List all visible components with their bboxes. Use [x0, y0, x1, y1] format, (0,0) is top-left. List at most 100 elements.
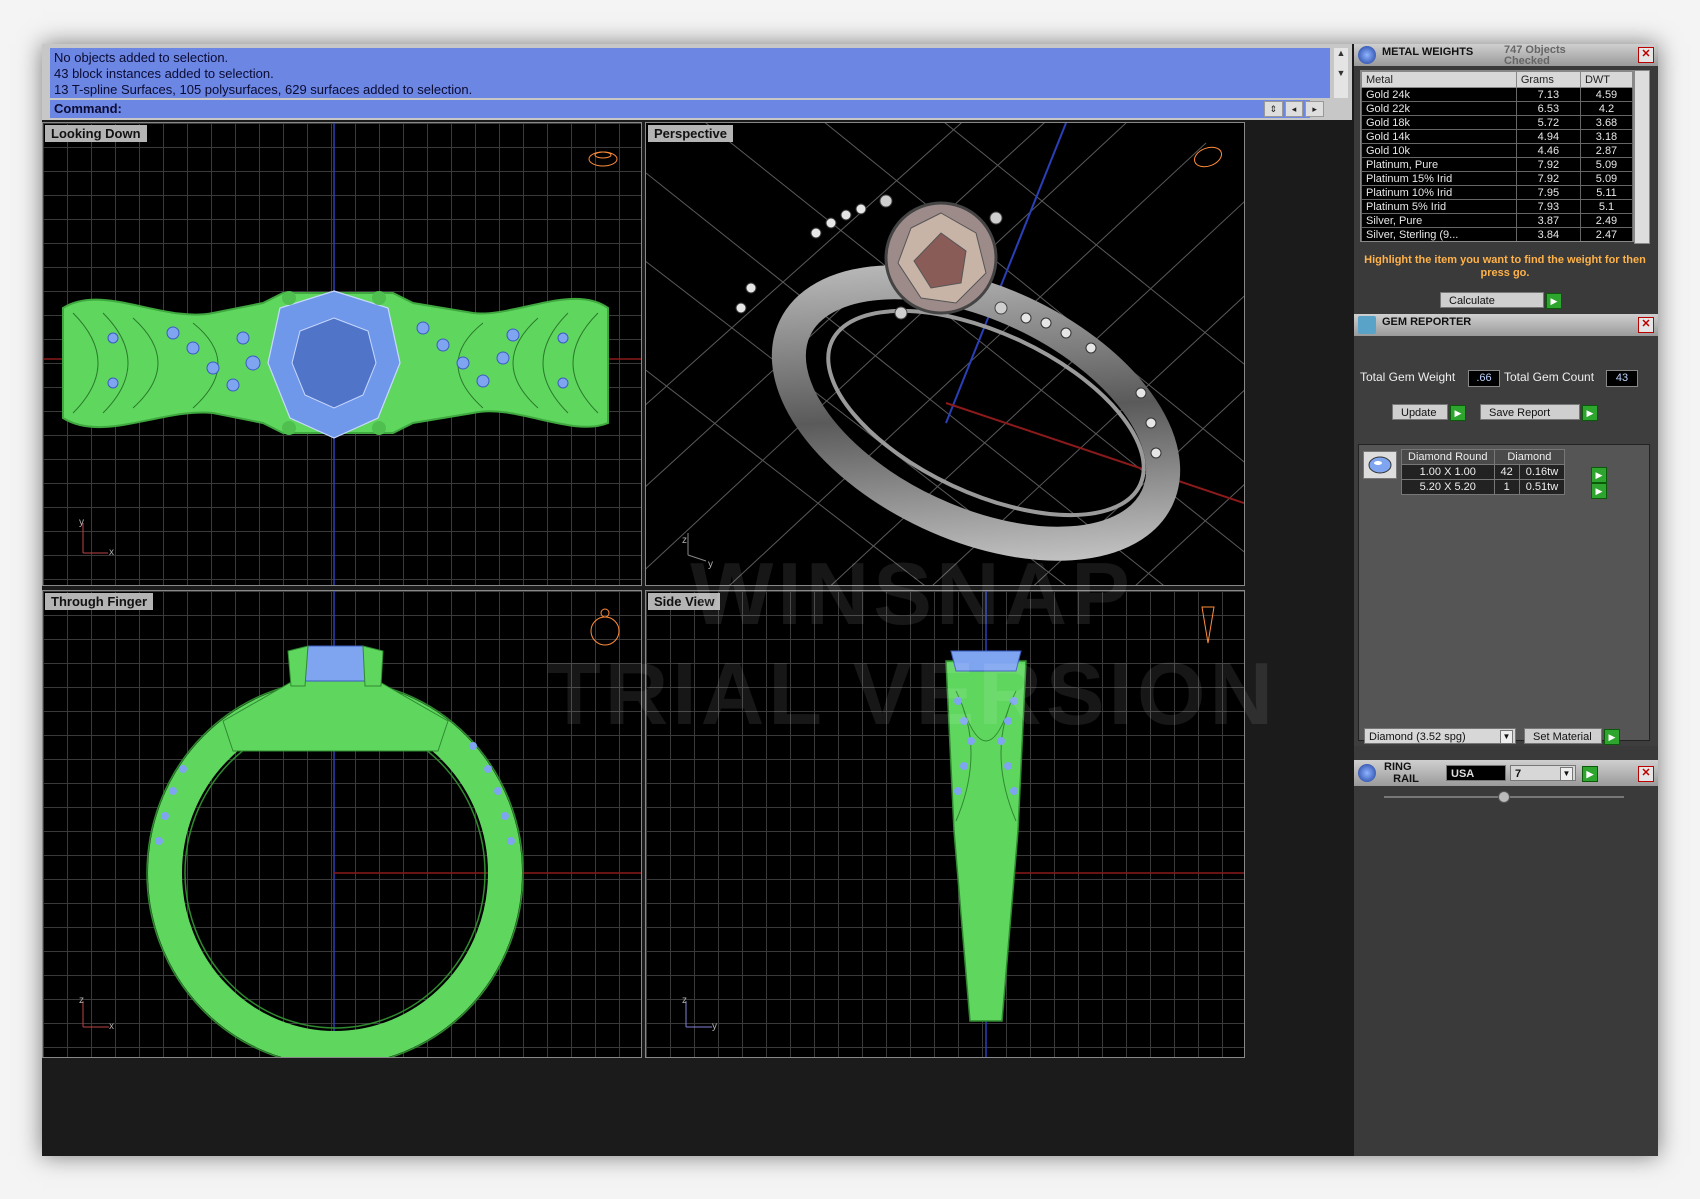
- table-cell: Gold 10k: [1361, 143, 1517, 158]
- gem-row[interactable]: 5.20 X 5.20 1 0.51tw: [1401, 479, 1566, 495]
- table-cell: Platinum, Pure: [1361, 157, 1517, 172]
- table-cell: 2.87: [1579, 143, 1633, 158]
- table-row[interactable]: Gold 14k 4.94 3.18: [1361, 129, 1633, 144]
- ring-size-region-select[interactable]: USA: [1446, 765, 1506, 781]
- command-nav: ⇕ ◂ ▸: [1264, 101, 1325, 117]
- table-cell: 3.84: [1515, 227, 1581, 241]
- spin-icon[interactable]: ⇕: [1264, 101, 1283, 117]
- table-cell: 7.92: [1515, 157, 1581, 172]
- metal-weights-header: METAL WEIGHTS 747 Objects Checked ✕: [1354, 44, 1658, 67]
- axis-y-label: y: [79, 517, 84, 528]
- table-row[interactable]: Gold 24k 7.13 4.59: [1361, 87, 1633, 102]
- table-cell: Platinum 15% Irid: [1361, 171, 1517, 186]
- viewport-perspective[interactable]: Perspective z y: [645, 122, 1245, 586]
- set-material-button[interactable]: Set Material: [1524, 728, 1602, 744]
- material-select[interactable]: Diamond (3.52 spg) ▼: [1364, 728, 1516, 744]
- save-report-button[interactable]: Save Report: [1480, 404, 1580, 420]
- chevron-down-icon[interactable]: ▼: [1560, 767, 1573, 781]
- table-row[interactable]: Silver, Sterling (9... 3.84 2.47: [1361, 227, 1633, 241]
- objects-checked: 747 Objects Checked: [1504, 44, 1566, 67]
- viewport-label[interactable]: Through Finger: [45, 593, 154, 610]
- gem-shape-header: Diamond Round: [1401, 449, 1495, 465]
- ring-size-select[interactable]: 7 ▼: [1510, 765, 1576, 781]
- total-gem-weight-label: Total Gem Weight: [1360, 370, 1456, 384]
- table-cell: Silver, Pure: [1361, 213, 1517, 228]
- table-row[interactable]: Gold 10k 4.46 2.87: [1361, 143, 1633, 158]
- table-cell: 6.53: [1515, 101, 1581, 116]
- viewport-side-view[interactable]: Side View z y: [645, 590, 1245, 1058]
- gem-weight: 0.51tw: [1518, 479, 1566, 495]
- axis-z-label: z: [682, 535, 687, 546]
- ring-front-wireframe: [82, 591, 641, 1057]
- axis-x-label: x: [109, 547, 114, 558]
- table-cell: 5.11: [1579, 185, 1633, 200]
- axis-z-label: z: [79, 995, 84, 1006]
- ring-rail-icon: [1358, 764, 1376, 782]
- axis-y-label: y: [712, 1021, 717, 1032]
- gem-row[interactable]: 1.00 X 1.00 42 0.16tw: [1401, 464, 1566, 480]
- table-cell: 4.2: [1579, 101, 1633, 116]
- table-cell: 5.72: [1515, 115, 1581, 130]
- viewport-label[interactable]: Side View: [648, 593, 721, 610]
- go-arrow-icon[interactable]: ▶: [1450, 405, 1466, 421]
- go-arrow-icon[interactable]: ▶: [1604, 729, 1620, 745]
- metal-hint: Highlight the item you want to find the …: [1364, 254, 1646, 279]
- table-cell: Gold 24k: [1361, 87, 1517, 102]
- gem-reporter-title: GEM REPORTER: [1382, 316, 1472, 328]
- axis-z-label: z: [682, 995, 687, 1006]
- prev-arrow-icon[interactable]: ◂: [1284, 101, 1304, 117]
- viewport-label[interactable]: Perspective: [648, 125, 733, 142]
- table-row[interactable]: Silver, Pure 3.87 2.49: [1361, 213, 1633, 228]
- table-row[interactable]: Platinum 10% Irid 7.95 5.11: [1361, 185, 1633, 200]
- table-cell: 2.49: [1579, 213, 1633, 228]
- table-cell: 2.47: [1579, 227, 1633, 241]
- ring-rail-slider-handle[interactable]: [1498, 791, 1510, 803]
- table-cell: 5.09: [1579, 157, 1633, 172]
- column-header[interactable]: Grams: [1515, 71, 1581, 88]
- table-row[interactable]: Gold 22k 6.53 4.2: [1361, 101, 1633, 116]
- go-arrow-icon[interactable]: ▶: [1546, 293, 1562, 309]
- go-arrow-icon[interactable]: ▶: [1582, 405, 1598, 421]
- go-arrow-icon[interactable]: ▶: [1591, 467, 1607, 483]
- table-cell: Platinum 5% Irid: [1361, 199, 1517, 214]
- history-scrollbar[interactable]: ▲ ▼: [1334, 48, 1348, 98]
- gem-count: 42: [1493, 464, 1520, 480]
- gem-count: 1: [1493, 479, 1520, 495]
- viewport-looking-down[interactable]: Looking Down y x: [42, 122, 642, 586]
- ring-rail-header: RING RAIL USA 7 ▼ ▶ ✕: [1354, 760, 1658, 786]
- table-cell: 7.13: [1515, 87, 1581, 102]
- app-window: No objects added to selection. 43 block …: [42, 44, 1658, 1156]
- close-icon[interactable]: ✕: [1638, 766, 1654, 782]
- viewport-label[interactable]: Looking Down: [45, 125, 147, 142]
- go-arrow-icon[interactable]: ▶: [1582, 766, 1598, 782]
- metal-weights-table[interactable]: Metal Grams DWT Gold 24k 7.13 4.59 Gold 22k…: [1360, 70, 1634, 242]
- go-arrow-icon[interactable]: ▶: [1591, 483, 1607, 499]
- gem-reporter-icon: [1358, 316, 1376, 334]
- update-button[interactable]: Update: [1392, 404, 1448, 420]
- viewport-through-finger[interactable]: Through Finger z x: [42, 590, 642, 1058]
- axis-x-label: x: [109, 1021, 114, 1032]
- gem-weight: 0.16tw: [1518, 464, 1566, 480]
- axis-y-label: y: [708, 559, 713, 570]
- column-header[interactable]: DWT: [1579, 71, 1633, 88]
- table-row[interactable]: Platinum 15% Irid 7.92 5.09: [1361, 171, 1633, 186]
- metal-weights-scrollbar[interactable]: [1634, 70, 1650, 244]
- command-input[interactable]: Command:: [50, 100, 1310, 118]
- table-cell: Silver, Sterling (9...: [1361, 227, 1517, 241]
- next-arrow-icon[interactable]: ▸: [1305, 101, 1325, 117]
- chevron-down-icon[interactable]: ▼: [1500, 730, 1513, 744]
- table-cell: 5.1: [1579, 199, 1633, 214]
- ring-side-wireframe: [685, 591, 1244, 1057]
- calculate-button[interactable]: Calculate: [1440, 292, 1544, 308]
- close-icon[interactable]: ✕: [1638, 317, 1654, 333]
- gem-table: Diamond Round Diamond 1.00 X 1.00 42 0.16tw…: [1401, 449, 1566, 495]
- diamond-thumbnail-icon: [1363, 451, 1397, 479]
- table-row[interactable]: Platinum 5% Irid 7.93 5.1: [1361, 199, 1633, 214]
- table-cell: Platinum 10% Irid: [1361, 185, 1517, 200]
- table-row[interactable]: Gold 18k 5.72 3.68: [1361, 115, 1633, 130]
- table-cell: Gold 22k: [1361, 101, 1517, 116]
- history-line: No objects added to selection.: [54, 50, 229, 65]
- table-row[interactable]: Platinum, Pure 7.92 5.09: [1361, 157, 1633, 172]
- column-header[interactable]: Metal: [1361, 71, 1517, 88]
- close-icon[interactable]: ✕: [1638, 47, 1654, 63]
